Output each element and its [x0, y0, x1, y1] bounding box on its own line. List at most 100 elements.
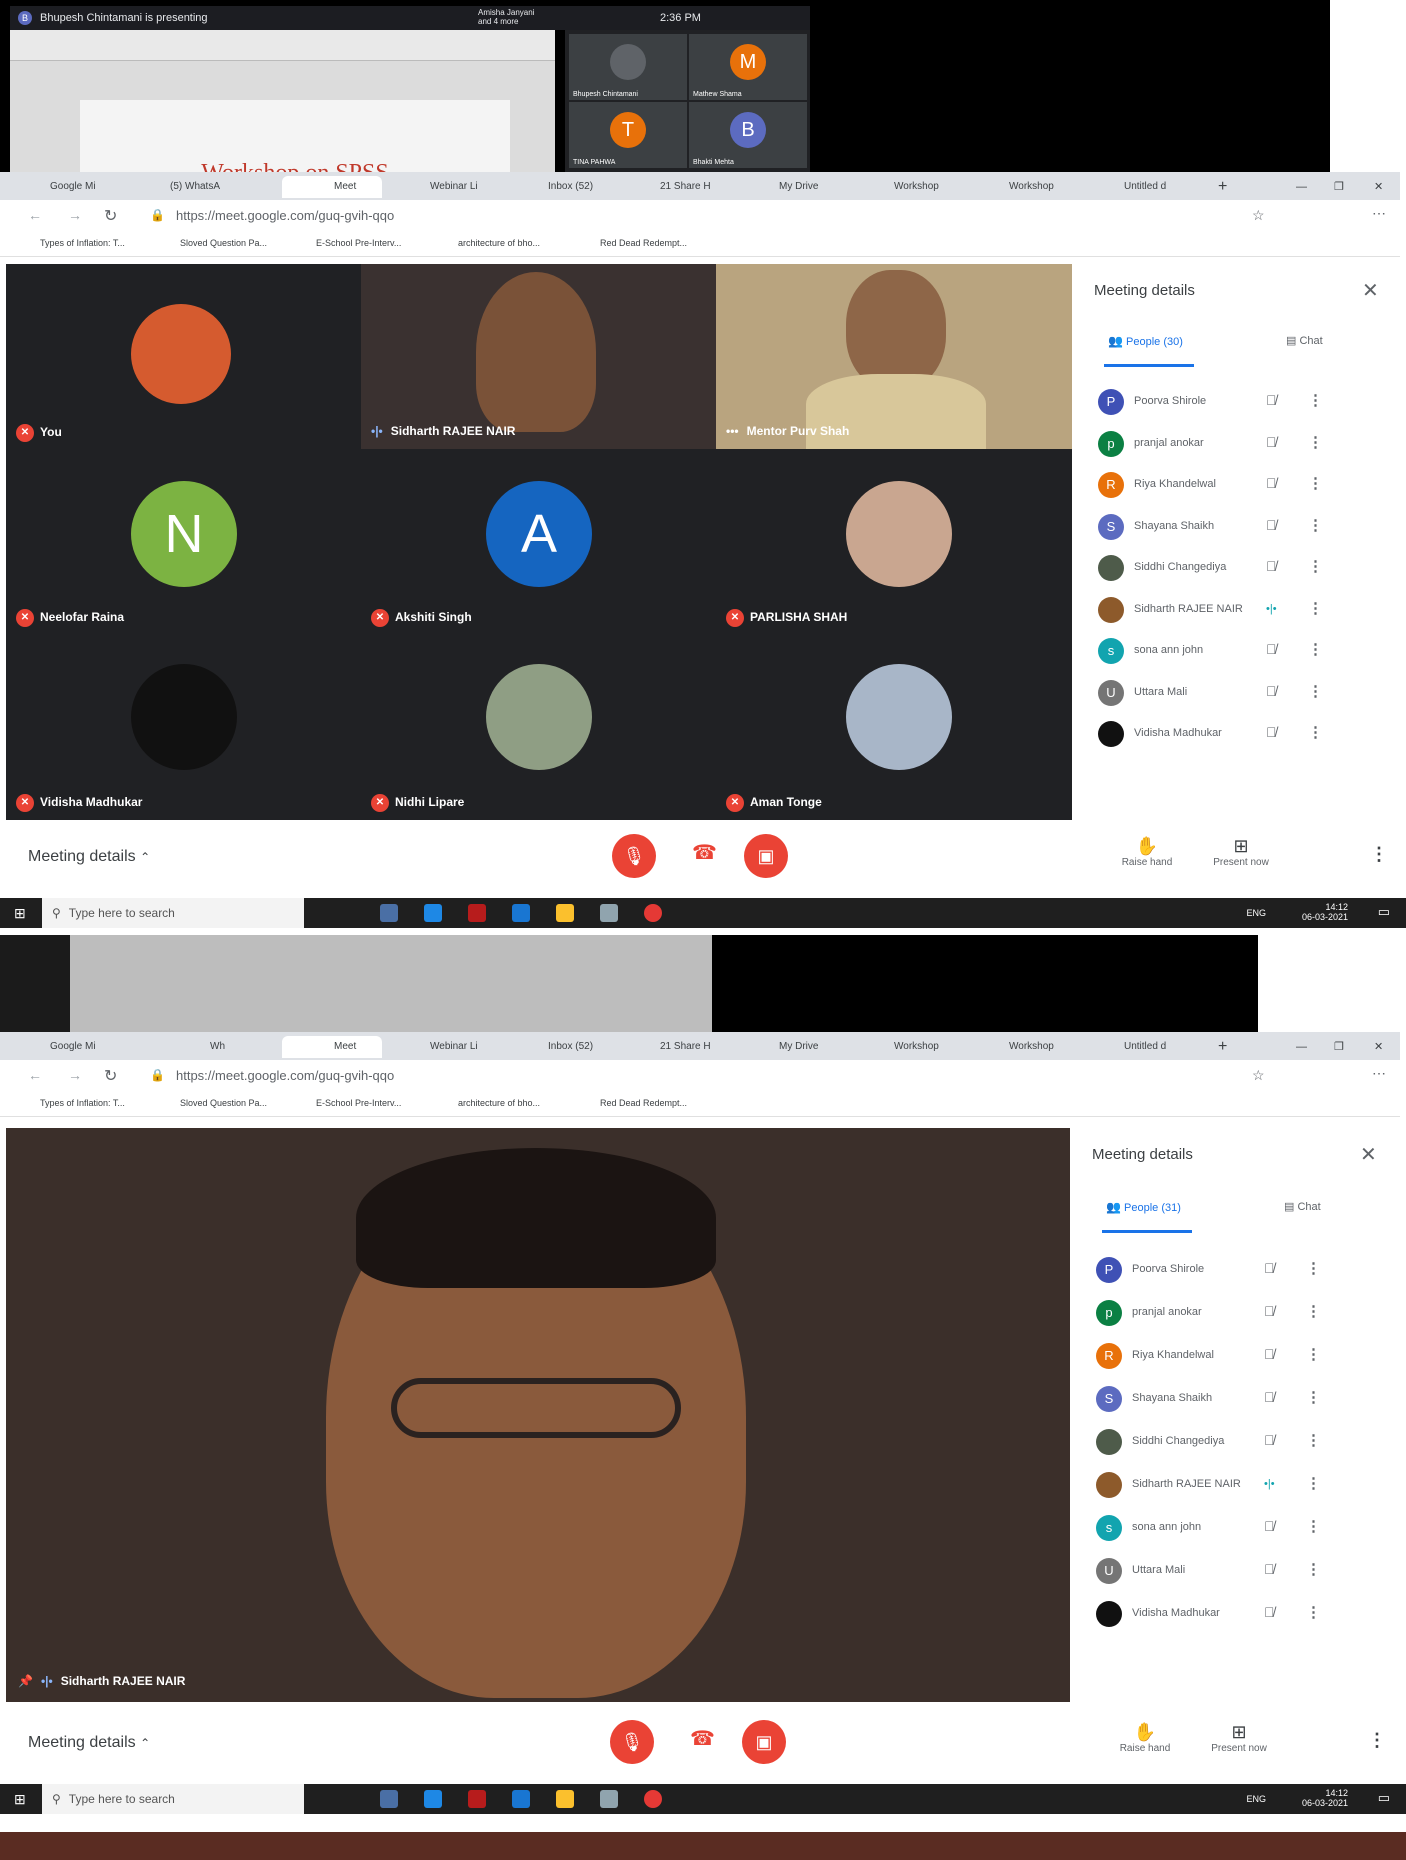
close-icon[interactable]: ✕ — [1360, 1142, 1377, 1167]
people-list-item[interactable]: Siddhi Changediya 🎙̸ ⋮ — [1078, 548, 1378, 590]
more-options-icon[interactable]: ⋮ — [1308, 474, 1323, 492]
taskbar-search[interactable]: ⚲ Type here to search — [42, 1784, 304, 1814]
tab-workshop-2[interactable]: Workshop — [985, 1036, 1085, 1058]
file-explorer-icon[interactable] — [556, 904, 574, 922]
close-window-icon[interactable]: ✕ — [1374, 1036, 1383, 1058]
app-icon[interactable] — [512, 1790, 530, 1808]
tab-untitled[interactable]: Untitled d — [1100, 176, 1200, 198]
tab-whatsapp[interactable]: Wh — [170, 1036, 270, 1058]
mic-toggle-button[interactable]: 🎙 — [610, 1720, 654, 1764]
raise-hand-button[interactable]: ✋ Raise hand — [1110, 1722, 1180, 1754]
tab-my-drive[interactable]: My Drive — [755, 1036, 855, 1058]
bookmark-item[interactable]: Types of Inflation: T... — [40, 238, 125, 248]
bookmark-item[interactable]: Red Dead Redempt... — [600, 1098, 687, 1108]
more-options-icon[interactable]: ⋮ — [1308, 640, 1323, 658]
more-options-icon[interactable]: ⋮ — [1306, 1388, 1321, 1406]
people-list-item[interactable]: s sona ann john 🎙̸ ⋮ — [1078, 631, 1378, 673]
more-options-icon[interactable]: ⋮ — [1370, 844, 1388, 865]
participant-tile[interactable]: •|• Sidharth RAJEE NAIR — [361, 264, 716, 449]
notification-icon[interactable]: ▭ — [1378, 904, 1390, 920]
opera-icon[interactable] — [644, 1790, 662, 1808]
people-list-item[interactable]: Siddhi Changediya 🎙̸ ⋮ — [1076, 1422, 1376, 1464]
tab-workshop-2[interactable]: Workshop — [985, 176, 1085, 198]
present-now-button[interactable]: ⊞ Present now — [1204, 1722, 1274, 1754]
back-icon[interactable]: ← — [28, 1067, 42, 1083]
new-tab-icon[interactable]: + — [1218, 176, 1227, 198]
more-menu-icon[interactable]: ⋯ — [1372, 1065, 1386, 1082]
tab-share[interactable]: 21 Share H — [640, 176, 740, 198]
tab-webinar[interactable]: Webinar Li — [398, 176, 498, 198]
bookmark-item[interactable]: architecture of bho... — [458, 1098, 540, 1108]
tab-google-meet[interactable]: Google Mi — [50, 1036, 158, 1058]
participant-tile[interactable]: N ✕ Neelofar Raina — [6, 449, 361, 634]
close-icon[interactable]: ✕ — [1362, 278, 1379, 303]
url-field[interactable]: https://meet.google.com/guq-gvih-qqo — [176, 208, 394, 223]
more-options-icon[interactable]: ⋮ — [1306, 1474, 1321, 1492]
participant-tile[interactable]: ✕ PARLISHA SHAH — [716, 449, 1072, 634]
tab-chat[interactable]: ▤ Chat — [1286, 334, 1323, 347]
more-options-icon[interactable]: ⋮ — [1368, 1730, 1386, 1751]
participant-tile[interactable]: ✕ You — [6, 264, 361, 449]
favorites-icon[interactable]: ☆ — [1252, 207, 1265, 224]
tab-meet[interactable]: Meet — [282, 176, 382, 198]
people-list-item[interactable]: S Shayana Shaikh 🎙̸ ⋮ — [1076, 1379, 1376, 1421]
bookmark-item[interactable]: Sloved Question Pa... — [180, 238, 267, 248]
people-list-item[interactable]: Sidharth RAJEE NAIR •|• ⋮ — [1078, 590, 1378, 632]
camera-toggle-button[interactable]: ▣ — [742, 1720, 786, 1764]
more-options-icon[interactable]: ⋮ — [1308, 682, 1323, 700]
bookmark-item[interactable]: Sloved Question Pa... — [180, 1098, 267, 1108]
people-list-item[interactable]: P Poorva Shirole 🎙̸ ⋮ — [1078, 382, 1378, 424]
camera-toggle-button[interactable]: ▣ — [744, 834, 788, 878]
task-view-icon[interactable] — [380, 1790, 398, 1808]
more-menu-icon[interactable]: ⋯ — [1372, 205, 1386, 222]
edge-icon[interactable] — [424, 1790, 442, 1808]
people-list-item[interactable]: Vidisha Madhukar 🎙̸ ⋮ — [1078, 714, 1378, 756]
back-icon[interactable]: ← — [28, 207, 42, 223]
people-list-item[interactable]: P Poorva Shirole 🎙̸ ⋮ — [1076, 1250, 1376, 1292]
tab-workshop[interactable]: Workshop — [870, 1036, 970, 1058]
tab-meet[interactable]: Meet — [282, 1036, 382, 1058]
participant-tile[interactable]: ✕ Vidisha Madhukar — [6, 634, 361, 820]
notification-icon[interactable]: ▭ — [1378, 1790, 1390, 1806]
reload-icon[interactable]: ↻ — [104, 1066, 117, 1086]
people-list-item[interactable]: U Uttara Mali 🎙̸ ⋮ — [1078, 673, 1378, 715]
minimize-icon[interactable]: — — [1296, 1036, 1307, 1058]
participant-tile[interactable]: A ✕ Akshiti Singh — [361, 449, 716, 634]
more-options-icon[interactable]: ⋮ — [1308, 433, 1323, 451]
taskbar-language[interactable]: ENG — [1246, 908, 1266, 918]
mic-toggle-button[interactable]: 🎙 — [612, 834, 656, 878]
new-tab-icon[interactable]: + — [1218, 1036, 1227, 1058]
task-view-icon[interactable] — [380, 904, 398, 922]
opera-icon[interactable] — [644, 904, 662, 922]
tab-share[interactable]: 21 Share H — [640, 1036, 740, 1058]
more-options-icon[interactable]: ⋮ — [1308, 599, 1323, 617]
present-now-button[interactable]: ⊞ Present now — [1206, 836, 1276, 868]
tab-people[interactable]: 👥 People (30) — [1108, 334, 1183, 348]
hang-up-button[interactable]: ☎ — [692, 840, 717, 865]
people-list-item[interactable]: p pranjal anokar 🎙̸ ⋮ — [1076, 1293, 1376, 1335]
app-icon[interactable] — [600, 1790, 618, 1808]
maximize-icon[interactable]: ❐ — [1334, 1036, 1344, 1058]
people-list-item[interactable]: Vidisha Madhukar 🎙̸ ⋮ — [1076, 1594, 1376, 1636]
more-options-icon[interactable]: ⋮ — [1306, 1603, 1321, 1621]
people-list-item[interactable]: U Uttara Mali 🎙̸ ⋮ — [1076, 1551, 1376, 1593]
taskbar-clock[interactable]: 14:12 06-03-2021 — [1302, 902, 1348, 922]
tab-untitled[interactable]: Untitled d — [1100, 1036, 1200, 1058]
windows-start-icon[interactable]: ⊞ — [14, 905, 30, 921]
app-icon[interactable] — [600, 904, 618, 922]
close-window-icon[interactable]: ✕ — [1374, 176, 1383, 198]
tab-workshop[interactable]: Workshop — [870, 176, 970, 198]
tab-my-drive[interactable]: My Drive — [755, 176, 855, 198]
bookmark-item[interactable]: architecture of bho... — [458, 238, 540, 248]
reload-icon[interactable]: ↻ — [104, 206, 117, 226]
tab-webinar[interactable]: Webinar Li — [398, 1036, 498, 1058]
tab-people[interactable]: 👥 People (31) — [1106, 1200, 1181, 1214]
people-list-item[interactable]: Sidharth RAJEE NAIR •|• ⋮ — [1076, 1465, 1376, 1507]
edge-icon[interactable] — [424, 904, 442, 922]
more-options-icon[interactable]: ⋮ — [1306, 1560, 1321, 1578]
taskbar-search[interactable]: ⚲ Type here to search — [42, 898, 304, 928]
more-options-icon[interactable]: ⋮ — [1306, 1431, 1321, 1449]
meeting-details-toggle[interactable]: Meeting details ⌃ — [28, 848, 150, 866]
url-field[interactable]: https://meet.google.com/guq-gvih-qqo — [176, 1068, 394, 1083]
forward-icon[interactable]: → — [68, 1067, 82, 1083]
